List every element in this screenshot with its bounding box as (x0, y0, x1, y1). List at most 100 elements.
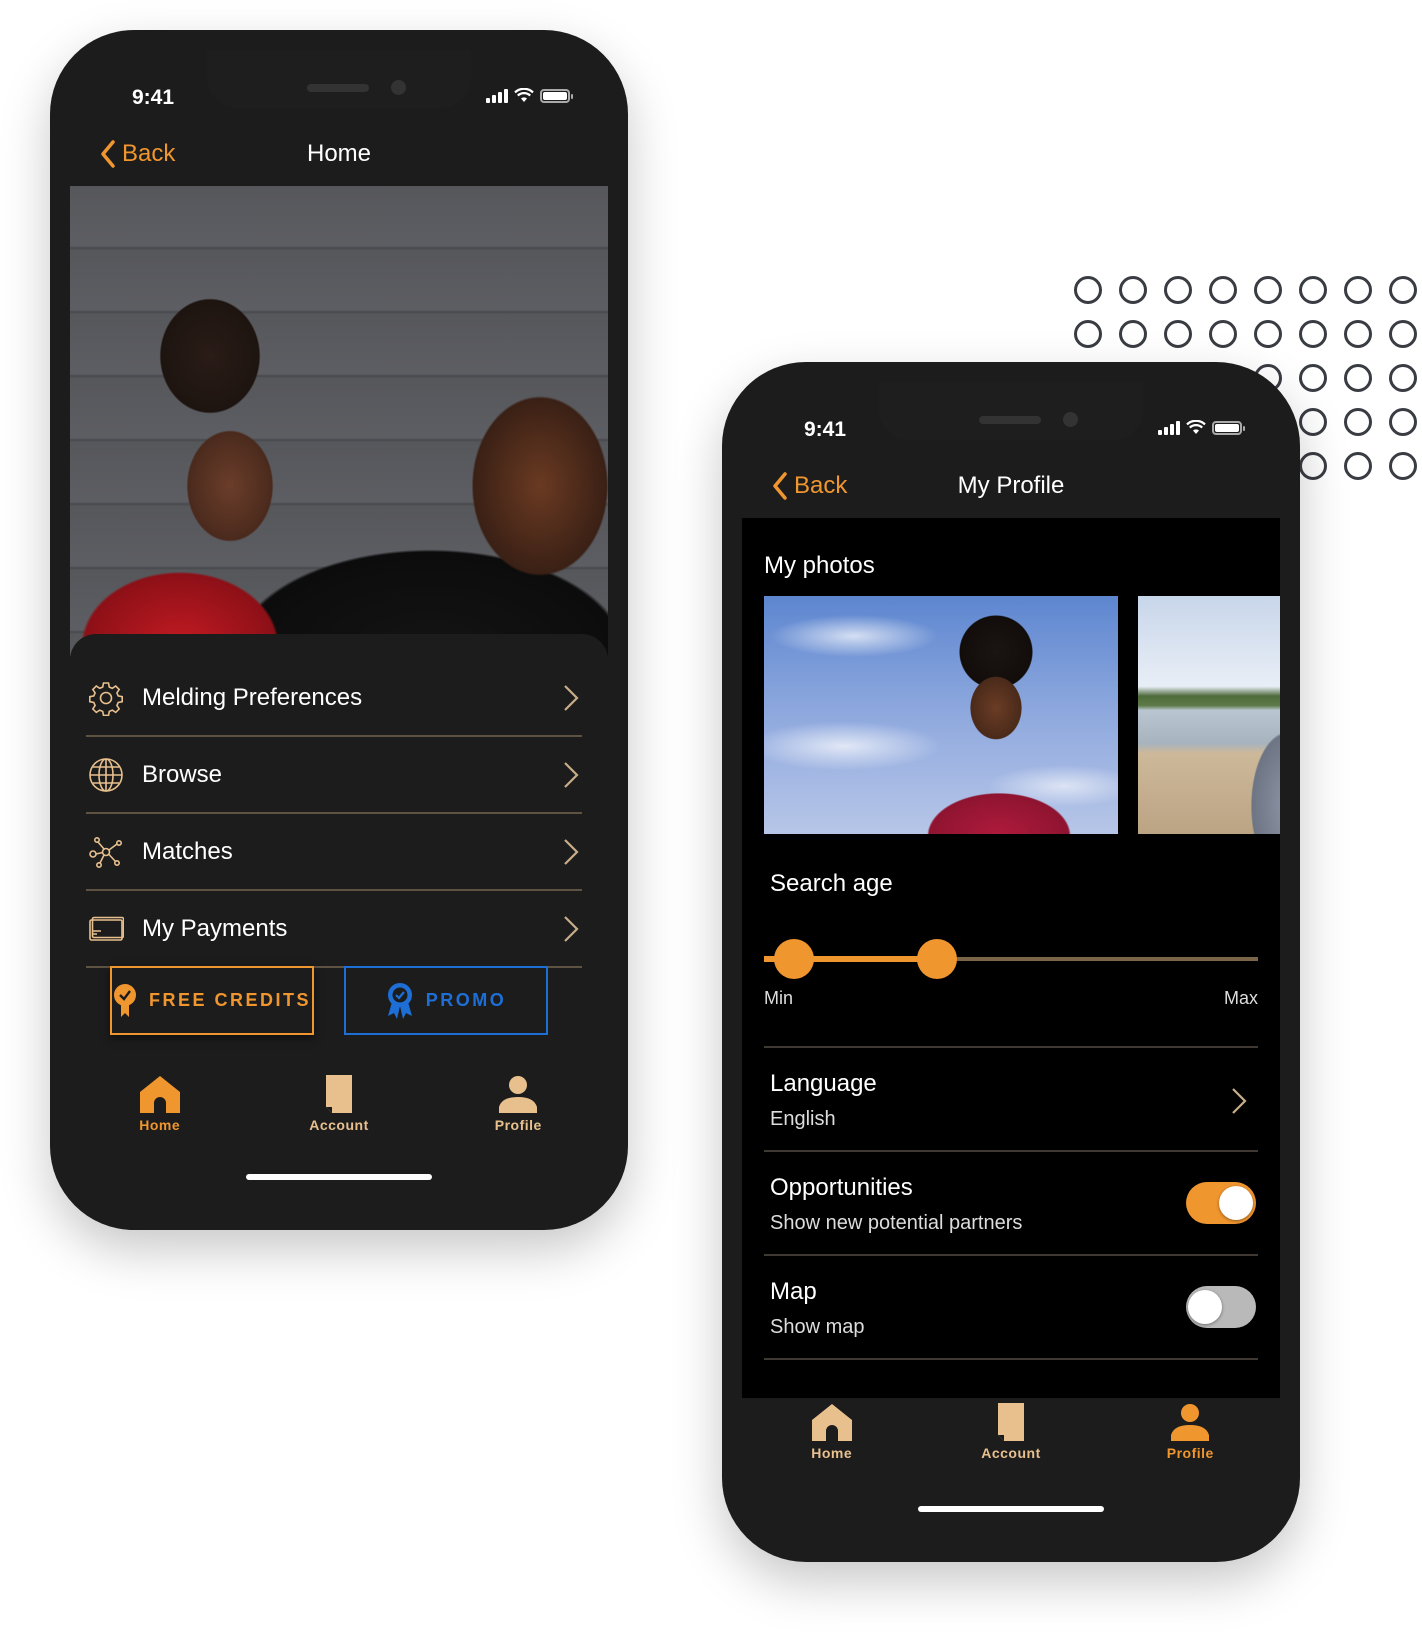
decorative-dot (1299, 364, 1327, 392)
free-credits-button[interactable]: FREE CREDITS (110, 966, 314, 1035)
decorative-dot (1209, 276, 1237, 304)
decorative-dot (1344, 364, 1372, 392)
chevron-right-icon (1232, 1088, 1247, 1114)
decorative-dot (1344, 408, 1372, 436)
tab-account[interactable]: Account (951, 1403, 1071, 1461)
tab-label: Home (139, 1117, 181, 1133)
menu-item-browse[interactable]: Browse (86, 737, 582, 814)
signal-icon (486, 88, 508, 103)
globe-icon (86, 755, 126, 795)
home-menu: Melding Preferences Browse Matches My Pa… (86, 660, 582, 968)
gear-icon (86, 678, 126, 718)
home-icon (811, 1403, 853, 1441)
decorative-dot (1164, 320, 1192, 348)
free-credits-label: FREE CREDITS (148, 990, 311, 1010)
setting-opportunities: Opportunities Show new potential partner… (764, 1152, 1258, 1256)
menu-item-label: Browse (142, 760, 223, 788)
badge-icon (113, 983, 136, 1017)
menu-item-label: Melding Preferences (142, 683, 363, 711)
tab-profile[interactable]: Profile (458, 1075, 578, 1133)
document-icon (996, 1403, 1026, 1441)
tab-profile[interactable]: Profile (1130, 1403, 1250, 1461)
decorative-dot (1299, 452, 1327, 480)
phone-home-screen: 9:41 Back Home Melding Preferences Brows… (50, 30, 628, 1230)
menu-item-label: My Payments (142, 914, 288, 942)
photo-beach[interactable] (1138, 596, 1280, 834)
battery-icon (540, 88, 573, 103)
setting-subtitle: Show map (770, 1316, 865, 1338)
back-button[interactable]: Back (772, 472, 847, 500)
tab-account[interactable]: Account (279, 1075, 399, 1133)
tab-bar: Home Account Profile (70, 1066, 608, 1142)
chevron-right-icon (564, 915, 579, 942)
wifi-icon (1186, 420, 1206, 434)
status-bar: 9:41 (742, 382, 1280, 442)
slider-thumb-max[interactable] (916, 939, 957, 979)
chevron-right-icon (564, 838, 579, 865)
network-icon (86, 832, 126, 872)
setting-language[interactable]: Language English (764, 1048, 1258, 1152)
navigation-bar: Back My Profile (742, 454, 1280, 518)
back-label: Back (122, 140, 176, 167)
decorative-dot (1344, 320, 1372, 348)
home-indicator[interactable] (918, 1506, 1104, 1512)
promo-button[interactable]: PROMO (344, 966, 548, 1035)
decorative-dot (1119, 320, 1147, 348)
action-buttons: FREE CREDITS PROMO (110, 966, 548, 1035)
tab-label: Home (811, 1445, 853, 1461)
decorative-dot (1254, 320, 1282, 348)
wifi-icon (514, 88, 534, 102)
decorative-dot (1299, 408, 1327, 436)
tab-label: Account (981, 1445, 1041, 1461)
map-toggle[interactable] (1186, 1286, 1256, 1328)
status-bar: 9:41 (70, 50, 608, 110)
battery-icon (1212, 420, 1245, 435)
person-icon (1170, 1403, 1210, 1441)
promo-label: PROMO (425, 990, 507, 1010)
tab-bar: Home Account Profile (742, 1394, 1280, 1470)
decorative-dot (1254, 276, 1282, 304)
photo-carousel[interactable] (764, 596, 1280, 834)
decorative-dot (1119, 276, 1147, 304)
decorative-dot (1344, 452, 1372, 480)
home-icon (139, 1075, 181, 1113)
tab-home[interactable]: Home (772, 1403, 892, 1461)
chevron-left-icon (101, 140, 115, 168)
setting-title: Opportunities (770, 1174, 913, 1201)
decorative-dot (1209, 320, 1237, 348)
document-icon (324, 1075, 354, 1113)
slider-min-label: Min (764, 988, 794, 1008)
settings-list: Language English Opportunities Show new … (764, 1046, 1258, 1360)
tab-home[interactable]: Home (100, 1075, 220, 1133)
screen: 9:41 Back My Profile My photos Search ag… (742, 382, 1280, 1542)
setting-map: Map Show map (764, 1256, 1258, 1360)
decorative-dot (1299, 276, 1327, 304)
award-ribbon-icon (387, 982, 412, 1019)
tab-label: Profile (1166, 1445, 1214, 1461)
decorative-dot (1074, 276, 1102, 304)
phone-profile-screen: 9:41 Back My Profile My photos Search ag… (722, 362, 1300, 1562)
tab-label: Account (309, 1117, 369, 1133)
back-button[interactable]: Back (100, 140, 175, 168)
menu-item-matches[interactable]: Matches (86, 814, 582, 891)
status-time: 9:41 (132, 86, 175, 109)
opportunities-toggle[interactable] (1186, 1182, 1256, 1224)
decorative-dot (1389, 276, 1417, 304)
decorative-dot (1389, 364, 1417, 392)
page-title: My Profile (957, 472, 1065, 499)
slider-thumb-min[interactable] (773, 939, 814, 979)
credit-card-icon (86, 909, 126, 949)
hero-image-couple (70, 186, 608, 656)
back-label: Back (794, 472, 848, 499)
age-range-slider[interactable] (764, 938, 1258, 979)
decorative-dot (1344, 276, 1372, 304)
menu-item-label: Matches (142, 837, 233, 865)
menu-item-my-payments[interactable]: My Payments (86, 891, 582, 968)
menu-item-melding-preferences[interactable]: Melding Preferences (86, 660, 582, 737)
photo-woman-sky[interactable] (764, 596, 1118, 834)
chevron-right-icon (564, 684, 579, 711)
setting-title: Map (770, 1278, 817, 1305)
home-indicator[interactable] (246, 1174, 432, 1180)
my-photos-heading: My photos (764, 552, 875, 579)
search-age-heading: Search age (770, 870, 893, 897)
